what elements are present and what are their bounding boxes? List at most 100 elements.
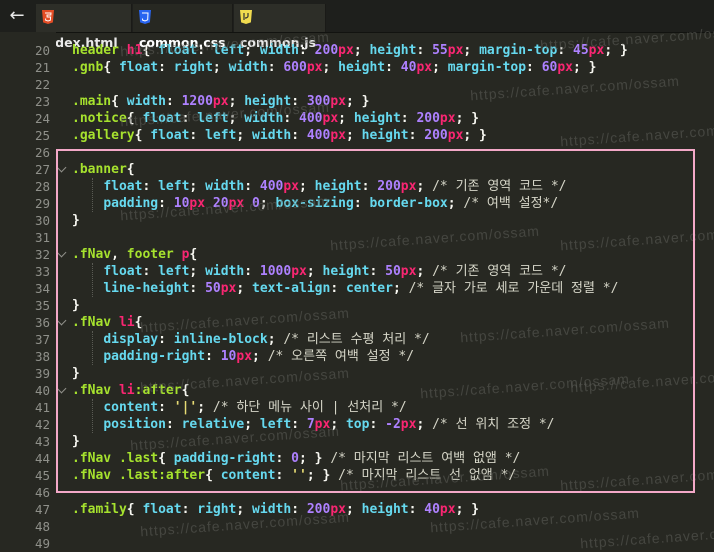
code-token: height [361, 128, 409, 143]
js-file-icon [240, 9, 252, 24]
code-token: 200 [424, 128, 448, 143]
line-number: 21 [34, 60, 50, 75]
code-token: ; [228, 111, 245, 126]
code-line: .gnb{ float: right; width: 600px; height… [72, 59, 596, 76]
line-number: 33 [34, 264, 50, 279]
code-token: width [252, 128, 292, 143]
code-token: { [126, 111, 143, 126]
code-line: header h1{ float: left; width: 200px; he… [72, 42, 628, 59]
code-token: ; [338, 111, 354, 126]
code-token: : [291, 94, 307, 109]
code-token: h1 [126, 43, 143, 58]
code-token: 200 [314, 43, 339, 58]
code-token: : [291, 502, 307, 517]
code-token: ; [212, 60, 229, 75]
line-number: 34 [34, 281, 50, 296]
line-number: 20 [34, 43, 50, 58]
code-token: .gallery [72, 128, 135, 143]
code-token: : [189, 128, 206, 143]
code-token: float [142, 502, 182, 517]
line-number: 42 [34, 417, 50, 432]
code-token: : [299, 43, 315, 58]
code-token: height [369, 43, 417, 58]
code-token: margin-top [447, 60, 527, 75]
code-token: { [142, 43, 159, 58]
code-token: ; [244, 43, 260, 58]
code-token: px [306, 60, 323, 75]
line-number: 40 [34, 383, 50, 398]
tab-common-css[interactable]: common.css [133, 4, 233, 50]
code-token: : [283, 111, 300, 126]
code-token: : [165, 94, 182, 109]
code-token: width [126, 94, 166, 109]
line-number: 28 [34, 179, 50, 194]
html5-icon [42, 9, 54, 24]
code-token: : [181, 502, 198, 517]
code-token: width [252, 502, 292, 517]
code-token: px [338, 43, 354, 58]
code-token: px [322, 111, 339, 126]
code-token: height [244, 94, 292, 109]
code-token: : [400, 111, 417, 126]
line-number: 41 [34, 400, 50, 415]
line-number: 37 [34, 332, 50, 347]
code-token: : [408, 128, 425, 143]
code-token: px [330, 502, 346, 517]
code-token: 600 [283, 60, 307, 75]
line-number: 44 [34, 451, 50, 466]
code-token: px [439, 502, 456, 517]
line-number: 31 [34, 230, 50, 245]
code-token: ; } [455, 111, 480, 126]
code-token: 40 [400, 60, 417, 75]
code-token: ; } [345, 94, 370, 109]
code-token: width [244, 111, 284, 126]
line-number: 24 [34, 111, 50, 126]
line-number: 23 [34, 94, 50, 109]
code-token: .main [72, 94, 112, 109]
code-token: 200 [416, 111, 440, 126]
code-token: left [205, 128, 237, 143]
code-token: : [385, 60, 401, 75]
code-token: ; } [455, 502, 480, 517]
code-token: height [353, 111, 401, 126]
code-token: width [228, 60, 268, 75]
line-number: 32 [34, 247, 50, 262]
code-token: .gnb [72, 60, 104, 75]
watermark-text: https://cafe.naver.com/ossam [469, 72, 681, 104]
code-token: ; [322, 60, 339, 75]
css-file-icon [139, 9, 151, 24]
code-token: left [212, 43, 245, 58]
code-token: : [526, 60, 542, 75]
code-line: .notice{ float: left; width: 400px; heig… [72, 110, 479, 127]
code-token: ; [236, 502, 253, 517]
line-number: 36 [34, 315, 50, 330]
code-token: float [142, 111, 182, 126]
back-arrow-icon[interactable]: ← [0, 0, 34, 32]
code-token: px [447, 43, 464, 58]
code-token: 200 [306, 502, 331, 517]
line-number: 27 [34, 162, 50, 177]
code-token: height [361, 502, 409, 517]
highlight-box [56, 149, 695, 493]
tab-index-html[interactable]: index.html [36, 4, 132, 50]
code-token: ; [345, 502, 362, 517]
code-line: .gallery{ float: left; width: 400px; hei… [72, 127, 487, 144]
code-token: px [447, 128, 464, 143]
line-number: 22 [34, 77, 50, 92]
code-token: px [439, 111, 456, 126]
code-token: : [267, 60, 284, 75]
code-token: .notice [72, 111, 127, 126]
code-token: px [212, 94, 229, 109]
code-token: 1200 [181, 94, 213, 109]
code-line: .main{ width: 1200px; height: 300px; } [72, 93, 369, 110]
code-token: 300 [306, 94, 331, 109]
line-number: 43 [34, 434, 50, 449]
code-token: px [588, 43, 605, 58]
watermark-text: https://cafe.naver.com/ossam [579, 520, 714, 552]
code-token: ; [228, 94, 245, 109]
tab-common-js[interactable]: common.js [234, 4, 326, 50]
code-token: 400 [306, 128, 331, 143]
line-number: 29 [34, 196, 50, 211]
code-token: px [330, 94, 346, 109]
code-token: right [173, 60, 213, 75]
